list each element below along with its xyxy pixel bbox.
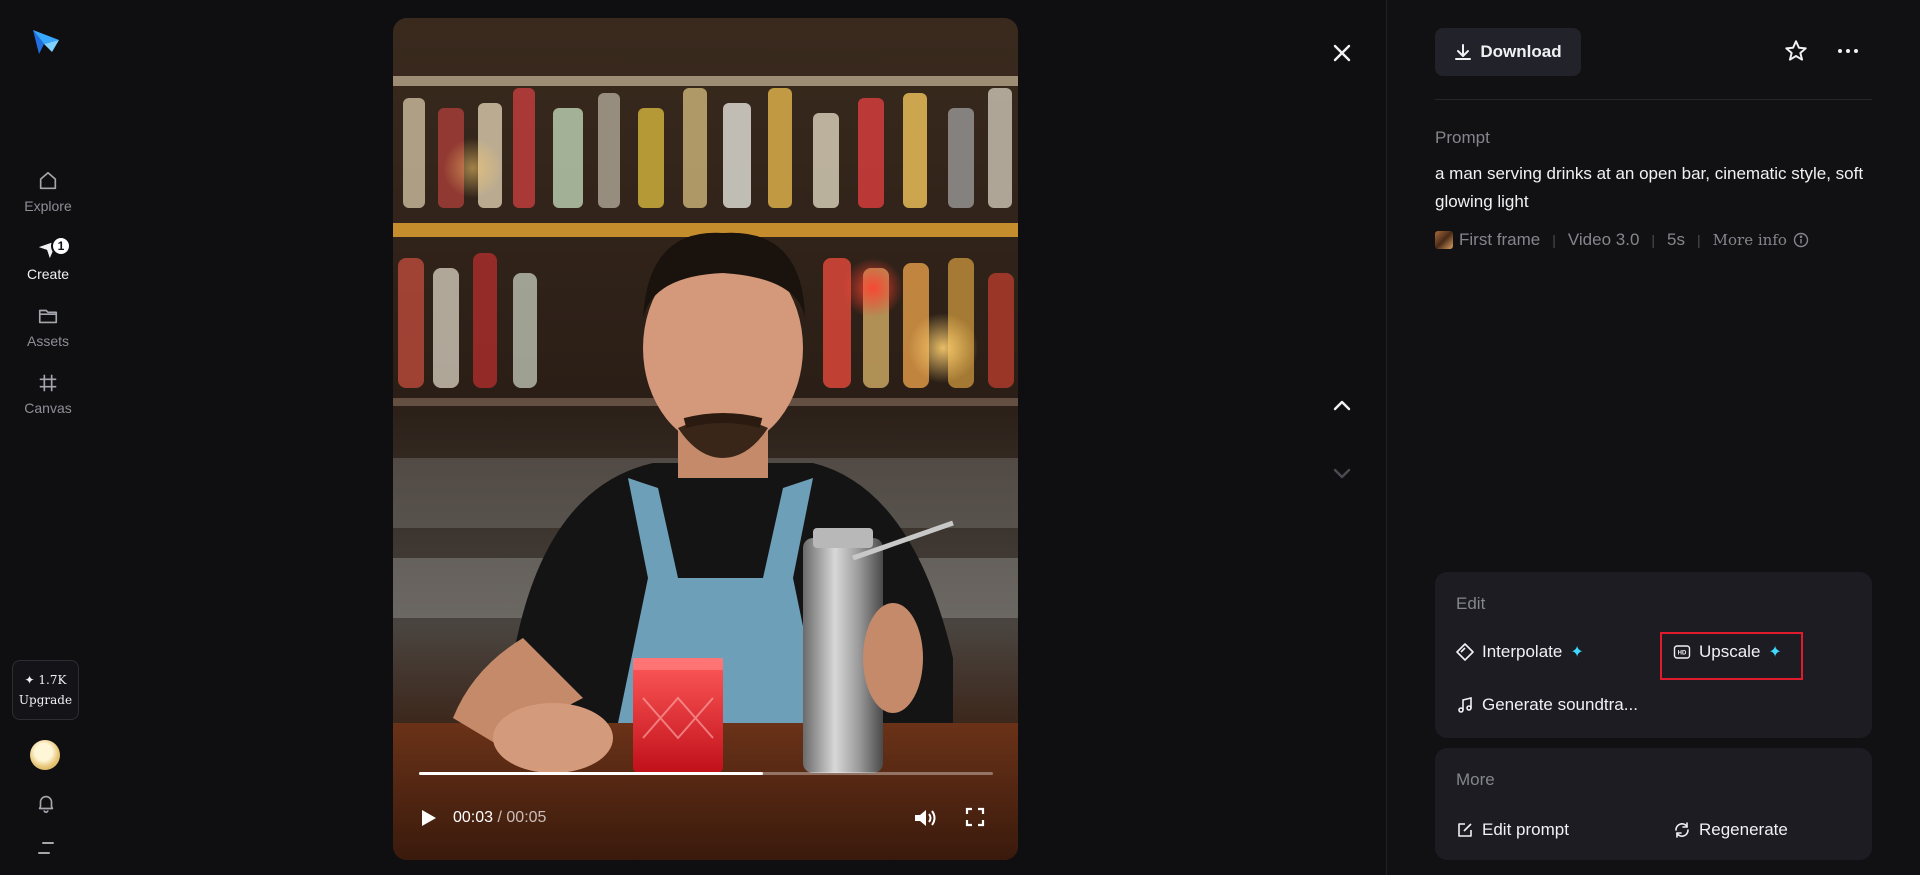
notification-badge: 1 — [51, 236, 71, 256]
fullscreen-icon[interactable] — [965, 807, 985, 827]
regenerate-icon — [1675, 822, 1689, 838]
svg-text:HD: HD — [1678, 651, 1687, 657]
edit-icon — [1458, 823, 1472, 837]
video-player[interactable]: 00:03 / 00:05 — [393, 18, 1018, 860]
sparkle-icon: ✦ — [1570, 644, 1584, 661]
edit-prompt-label: Edit prompt — [1482, 820, 1569, 839]
folder-icon — [35, 303, 61, 329]
chevron-up-icon[interactable] — [1327, 390, 1357, 420]
video-progress-bar[interactable] — [419, 772, 993, 775]
video-frame-image — [393, 18, 1018, 860]
sidebar-item-create[interactable]: 1 Create — [0, 236, 96, 282]
interpolate-icon — [1456, 643, 1474, 661]
sidebar-item-assets[interactable]: Assets — [0, 303, 96, 349]
sidebar-item-label: Assets — [26, 333, 69, 349]
info-icon — [1793, 232, 1809, 248]
model-label: Video 3.0 — [1567, 230, 1640, 249]
details-panel: Download Prompt a man serving drinks at … — [1387, 0, 1920, 875]
edit-prompt-button[interactable]: Edit prompt — [1456, 820, 1569, 840]
download-icon — [1455, 44, 1472, 60]
sidebar-item-explore[interactable]: Explore — [0, 168, 96, 214]
avatar[interactable] — [30, 740, 60, 770]
star-icon[interactable] — [1783, 38, 1809, 64]
upgrade-button[interactable]: ✦ 1.7K Upgrade — [12, 660, 79, 720]
download-button[interactable]: Download — [1435, 28, 1581, 76]
video-time: 00:03 / 00:05 — [453, 809, 546, 827]
app-logo-icon[interactable] — [30, 26, 62, 58]
upgrade-label: Upgrade — [18, 693, 73, 707]
more-info-label: More info — [1712, 231, 1787, 249]
credits-count: ✦ 1.7K — [24, 673, 67, 687]
menu-icon[interactable] — [37, 840, 55, 856]
more-card: More Edit prompt Regenerate — [1435, 748, 1872, 860]
edit-card: Edit Interpolate ✦ HD Upscale ✦ Generate… — [1435, 572, 1872, 738]
video-progress-fill — [419, 772, 764, 775]
bell-icon[interactable] — [35, 792, 57, 814]
upscale-button[interactable]: HD Upscale ✦ — [1673, 642, 1782, 662]
first-frame-thumbnail — [1435, 231, 1453, 249]
app-root: Explore 1 Create Assets Canvas ✦ 1.7K Up… — [0, 0, 1920, 875]
meta-separator: | — [1697, 232, 1701, 248]
header-divider — [1435, 99, 1872, 100]
sidebar-item-label: Create — [26, 266, 70, 282]
music-note-icon — [1458, 696, 1472, 713]
prompt-text: a man serving drinks at an open bar, cin… — [1435, 164, 1864, 211]
chevron-down-icon[interactable] — [1327, 458, 1357, 488]
generate-soundtrack-button[interactable]: Generate soundtra... — [1456, 695, 1638, 715]
sidebar: Explore 1 Create Assets Canvas ✦ 1.7K Up… — [0, 0, 96, 875]
prompt-label: Prompt — [1435, 128, 1490, 147]
soundtrack-label: Generate soundtra... — [1482, 695, 1638, 714]
video-controls: 00:03 / 00:05 — [417, 803, 997, 833]
sidebar-item-label: Explore — [24, 198, 72, 214]
duration: / 00:05 — [497, 809, 547, 826]
download-label: Download — [1480, 42, 1562, 61]
create-icon: 1 — [35, 236, 71, 262]
sparkle-icon: ✦ — [1768, 644, 1782, 661]
play-icon[interactable] — [417, 807, 439, 829]
regenerate-button[interactable]: Regenerate — [1673, 820, 1788, 840]
more-title: More — [1456, 770, 1495, 789]
close-icon[interactable] — [1327, 38, 1357, 68]
generation-meta: First frame | Video 3.0 | 5s | More info — [1435, 230, 1809, 250]
sidebar-item-canvas[interactable]: Canvas — [0, 370, 96, 416]
regenerate-label: Regenerate — [1699, 820, 1788, 839]
frame-icon — [35, 370, 61, 396]
edit-title: Edit — [1456, 594, 1486, 613]
interpolate-label: Interpolate — [1482, 642, 1563, 661]
interpolate-button[interactable]: Interpolate ✦ — [1456, 642, 1584, 662]
home-icon — [35, 168, 61, 194]
meta-separator: | — [1651, 232, 1656, 248]
first-frame-label[interactable]: First frame — [1459, 230, 1540, 250]
sidebar-item-label: Canvas — [24, 400, 72, 416]
meta-separator: | — [1552, 232, 1556, 248]
more-info-link[interactable]: More info — [1713, 231, 1809, 249]
more-options-icon[interactable] — [1835, 38, 1861, 64]
current-time: 00:03 — [453, 809, 494, 826]
upscale-label: Upscale — [1699, 642, 1761, 661]
length-label: 5s — [1667, 230, 1686, 249]
hd-icon: HD — [1673, 645, 1691, 659]
volume-icon[interactable] — [913, 807, 937, 829]
